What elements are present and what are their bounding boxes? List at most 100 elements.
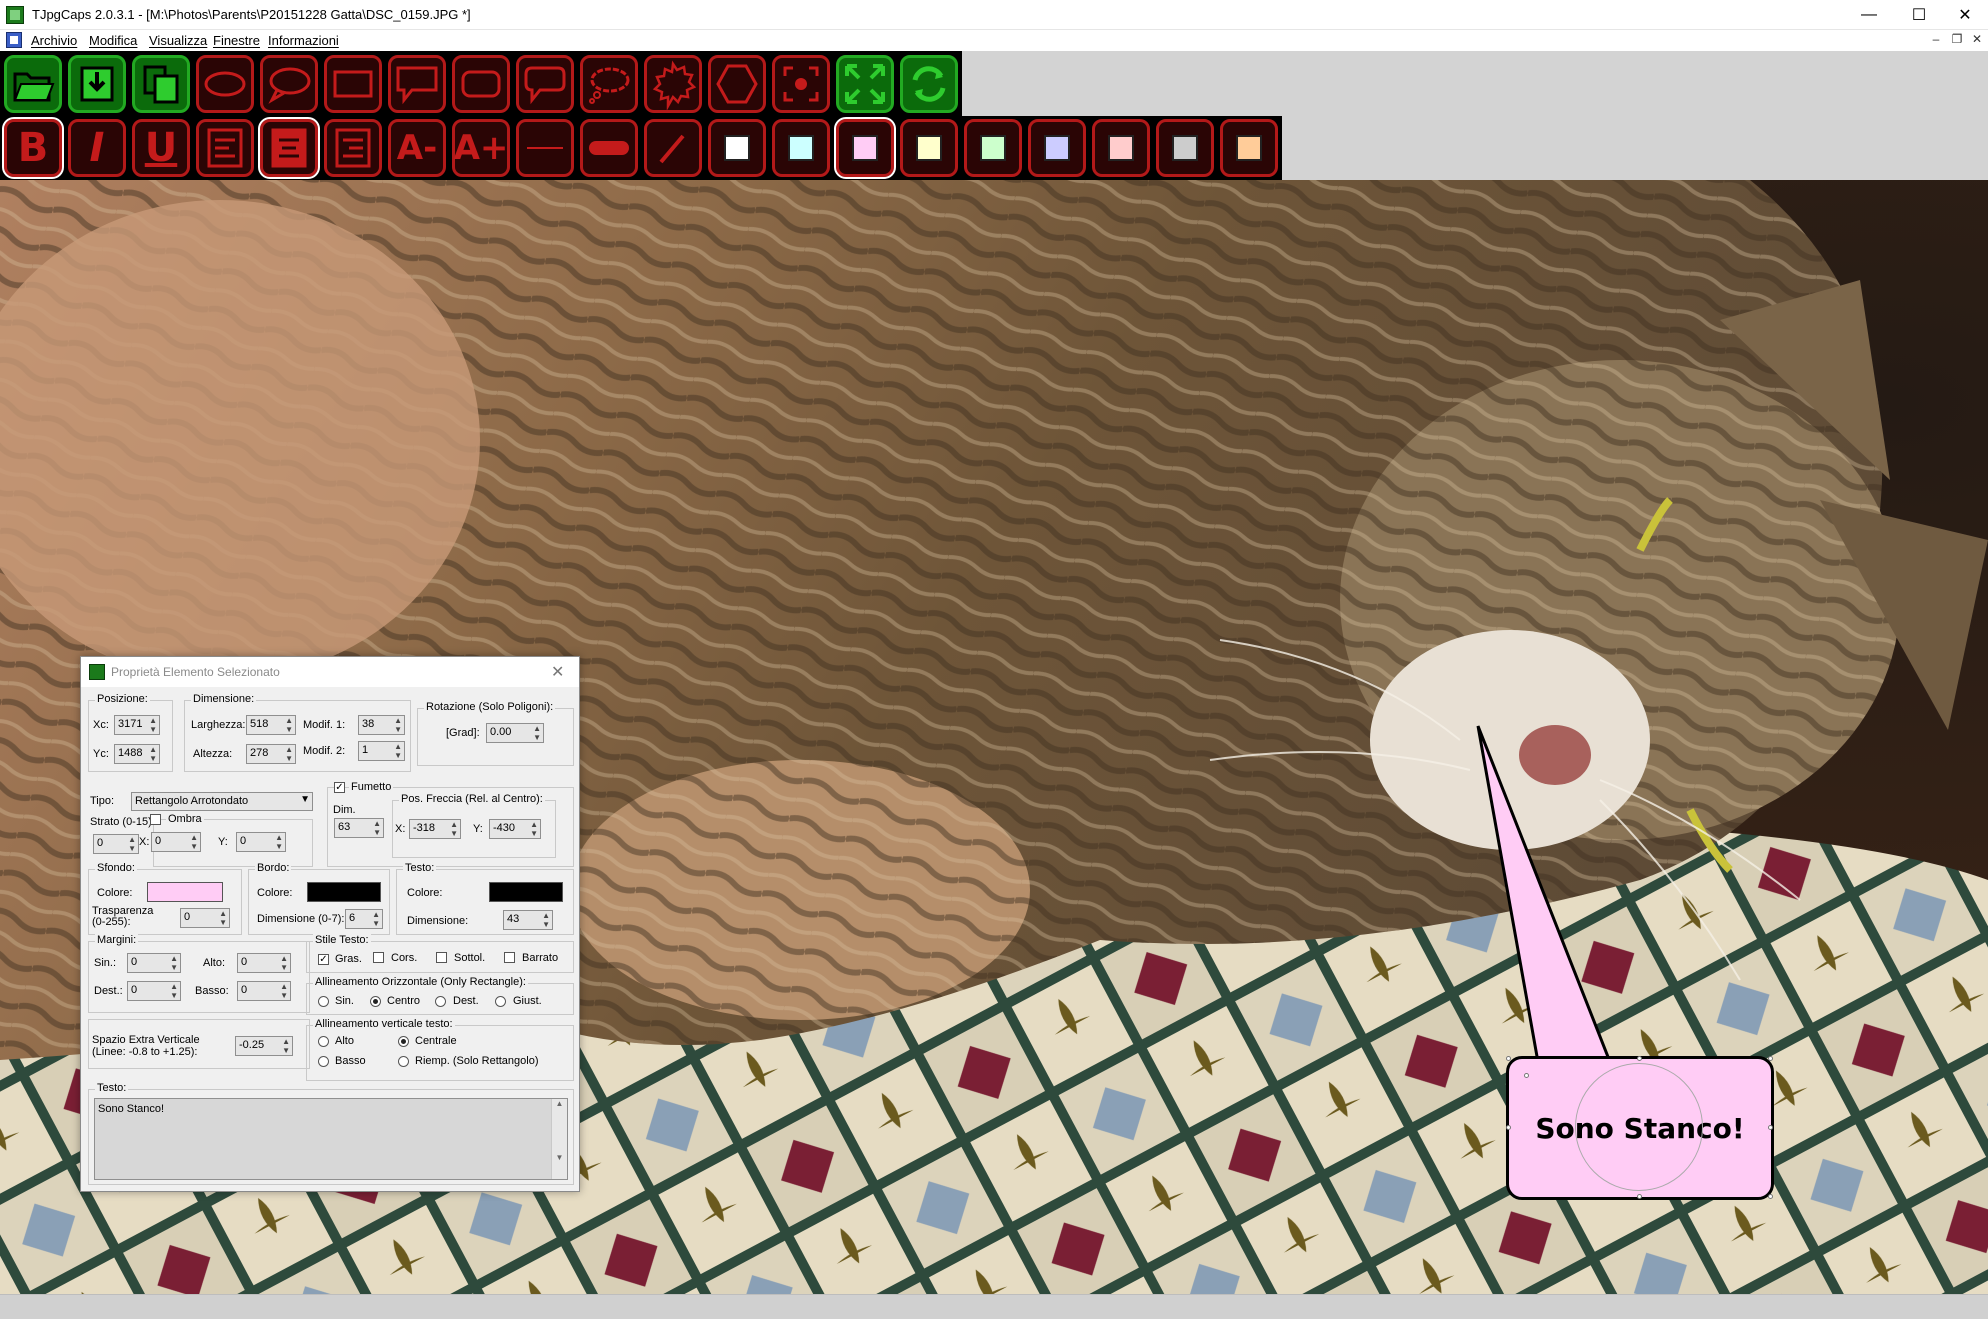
spin-arrows-icon[interactable]: ▲ ▼ — [285, 745, 293, 763]
valign-alto-radio[interactable] — [318, 1036, 329, 1047]
menu-finestre[interactable]: Finestre — [213, 33, 260, 48]
focus-button[interactable] — [772, 55, 830, 113]
fit-screen-button[interactable] — [836, 55, 894, 113]
chevron-down-icon[interactable]: ▼ — [300, 794, 310, 805]
bordo-dimensione-input[interactable]: 6 ▲ ▼ — [345, 909, 383, 929]
mdi-close-button[interactable]: ✕ — [1970, 32, 1984, 46]
spin-arrows-icon[interactable]: ▲ ▼ — [450, 820, 458, 838]
valign-riemp-radio[interactable] — [398, 1056, 409, 1067]
barrato-checkbox[interactable] — [504, 952, 515, 963]
italic-button[interactable]: I — [68, 119, 126, 177]
spin-arrows-icon[interactable]: ▲ ▼ — [285, 716, 293, 734]
spazio-extra-input[interactable]: -0.25 ▲ ▼ — [235, 1036, 293, 1056]
bordo-color-box[interactable] — [307, 882, 381, 902]
resize-handle[interactable] — [1506, 1125, 1511, 1130]
color-swatch-rose[interactable] — [1092, 119, 1150, 177]
spin-arrows-icon[interactable]: ▲ ▼ — [128, 835, 136, 853]
minimize-button[interactable]: — — [1846, 0, 1892, 30]
color-swatch-green[interactable] — [964, 119, 1022, 177]
tipo-select[interactable]: Rettangolo Arrotondato ▼ — [131, 792, 313, 811]
resize-handle[interactable] — [1637, 1056, 1642, 1061]
menu-modifica[interactable]: Modifica — [89, 33, 137, 48]
menu-visualizza[interactable]: Visualizza — [149, 33, 207, 48]
save-button[interactable] — [68, 55, 126, 113]
spin-arrows-icon[interactable]: ▲ ▼ — [280, 954, 288, 972]
margine-sin-input[interactable]: 0 ▲ ▼ — [127, 953, 181, 973]
spin-arrows-icon[interactable]: ▲ ▼ — [394, 716, 402, 734]
font-larger-button[interactable]: A+ — [452, 119, 510, 177]
color-swatch-white[interactable] — [708, 119, 766, 177]
color-swatch-gray[interactable] — [1156, 119, 1214, 177]
valign-basso-radio[interactable] — [318, 1056, 329, 1067]
open-file-button[interactable] — [4, 55, 62, 113]
hexagon-tool-button[interactable] — [708, 55, 766, 113]
rounded-rectangle-tool-button[interactable] — [452, 55, 510, 113]
spin-arrows-icon[interactable]: ▲ ▼ — [170, 982, 178, 1000]
thin-border-button[interactable] — [516, 119, 574, 177]
dialog-title-bar[interactable]: Proprietà Elemento Selezionato ✕ — [81, 657, 579, 687]
spin-arrows-icon[interactable]: ▲ ▼ — [373, 819, 381, 837]
gras-checkbox[interactable]: ✓ — [318, 954, 329, 965]
maximize-button[interactable]: ☐ — [1896, 0, 1942, 30]
fumetto-dim-input[interactable]: 63 ▲ ▼ — [334, 818, 384, 838]
spin-arrows-icon[interactable]: ▲ ▼ — [275, 833, 283, 851]
align-center-button[interactable] — [258, 117, 320, 179]
align-dest-radio[interactable] — [435, 996, 446, 1007]
underline-button[interactable]: U — [132, 119, 190, 177]
ellipse-callout-tool-button[interactable] — [260, 55, 318, 113]
rotation-input[interactable]: 0.00 ▲ ▼ — [486, 723, 544, 743]
modif2-input[interactable]: 1 ▲ ▼ — [358, 741, 405, 761]
resize-handle[interactable] — [1768, 1056, 1773, 1061]
spin-arrows-icon[interactable]: ▲ ▼ — [170, 954, 178, 972]
refresh-button[interactable] — [900, 55, 958, 113]
spin-arrows-icon[interactable]: ▲ ▼ — [542, 911, 550, 929]
spiky-callout-tool-button[interactable] — [644, 55, 702, 113]
cors-checkbox[interactable] — [373, 952, 384, 963]
sfondo-color-box[interactable] — [147, 882, 223, 902]
margine-basso-input[interactable]: 0 ▲ ▼ — [237, 981, 291, 1001]
thick-border-button[interactable] — [580, 119, 638, 177]
color-swatch-lavender[interactable] — [1028, 119, 1086, 177]
resize-handle[interactable] — [1637, 1194, 1642, 1199]
spin-arrows-icon[interactable]: ▲ ▼ — [533, 724, 541, 742]
copy-button[interactable] — [132, 55, 190, 113]
mdi-restore-button[interactable]: ❐ — [1950, 32, 1964, 46]
larghezza-input[interactable]: 518 ▲ ▼ — [246, 715, 296, 735]
spin-arrows-icon[interactable]: ▲ ▼ — [190, 833, 198, 851]
rectangle-callout-tool-button[interactable] — [388, 55, 446, 113]
spin-arrows-icon[interactable]: ▲ ▼ — [530, 820, 538, 838]
trasparenza-input[interactable]: 0 ▲ ▼ — [180, 908, 230, 928]
menu-informazioni[interactable]: Informazioni — [268, 33, 339, 48]
font-smaller-button[interactable]: A- — [388, 119, 446, 177]
spin-arrows-icon[interactable]: ▲ ▼ — [394, 742, 402, 760]
rectangle-tool-button[interactable] — [324, 55, 382, 113]
margine-alto-input[interactable]: 0 ▲ ▼ — [237, 953, 291, 973]
ombra-y-input[interactable]: 0 ▲ ▼ — [236, 832, 286, 852]
color-swatch-cyan[interactable] — [772, 119, 830, 177]
valign-centrale-radio[interactable] — [398, 1036, 409, 1047]
scrollbar[interactable]: ▲ ▼ — [551, 1099, 567, 1179]
freccia-y-input[interactable]: -430 ▲ ▼ — [489, 819, 541, 839]
rounded-callout-tool-button[interactable] — [516, 55, 574, 113]
align-right-button[interactable] — [324, 119, 382, 177]
spin-arrows-icon[interactable]: ▲ ▼ — [372, 910, 380, 928]
document-icon[interactable] — [6, 32, 22, 48]
testo-dimensione-input[interactable]: 43 ▲ ▼ — [503, 910, 553, 930]
color-swatch-yellow[interactable] — [900, 119, 958, 177]
menu-archivio[interactable]: Archivio — [31, 33, 77, 48]
spin-arrows-icon[interactable]: ▲ ▼ — [282, 1037, 290, 1055]
ellipse-tool-button[interactable] — [196, 55, 254, 113]
testo-color-box[interactable] — [489, 882, 563, 902]
mdi-minimize-button[interactable]: – — [1929, 32, 1943, 46]
testo-textarea[interactable]: Sono Stanco! ▲ ▼ — [94, 1098, 568, 1180]
sottol-checkbox[interactable] — [436, 952, 447, 963]
spin-arrows-icon[interactable]: ▲ ▼ — [149, 716, 157, 734]
dialog-close-icon[interactable]: ✕ — [551, 662, 564, 682]
cloud-callout-tool-button[interactable] — [580, 55, 638, 113]
color-swatch-pink[interactable] — [834, 117, 896, 179]
resize-handle[interactable] — [1524, 1073, 1529, 1078]
ombra-checkbox[interactable] — [150, 814, 161, 825]
align-centro-radio[interactable] — [370, 996, 381, 1007]
resize-handle[interactable] — [1768, 1125, 1773, 1130]
margine-dest-input[interactable]: 0 ▲ ▼ — [127, 981, 181, 1001]
